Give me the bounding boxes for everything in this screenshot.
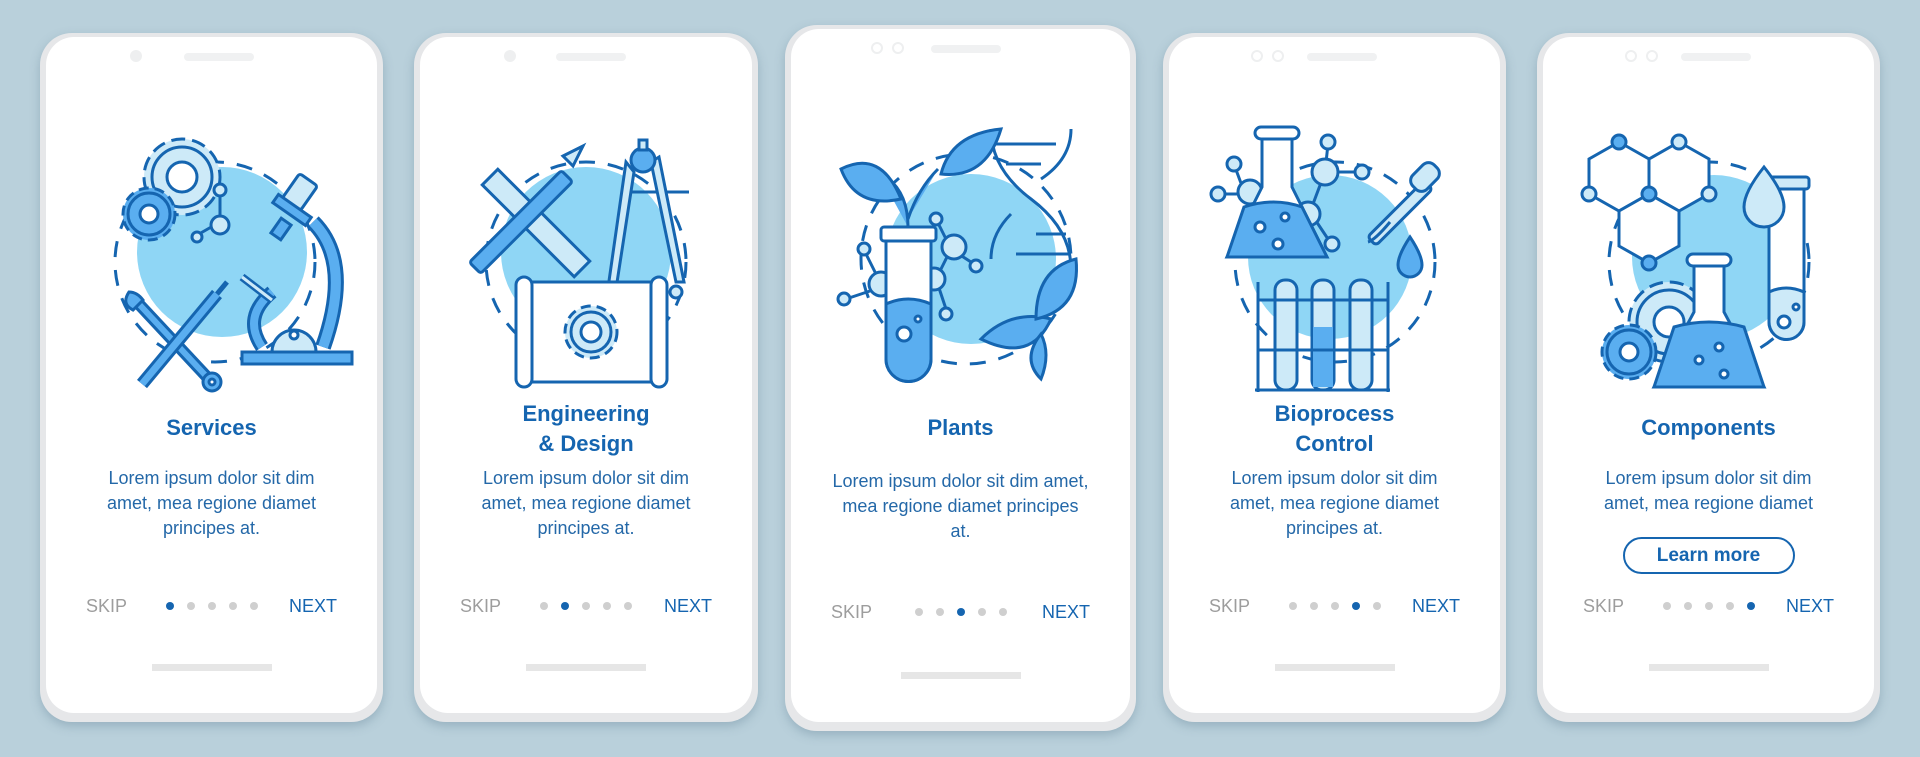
phone-screen-engineering-design: Engineering & Design Lorem ipsum dolor s…	[414, 33, 758, 722]
page-indicator	[1288, 602, 1381, 610]
page-dot-2[interactable]	[1309, 602, 1318, 610]
page-dot-4[interactable]	[228, 602, 237, 610]
screen: Components Lorem ipsum dolor sit dim ame…	[1543, 37, 1874, 713]
screen-title: Components	[1641, 415, 1776, 440]
screen: Engineering & Design Lorem ipsum dolor s…	[420, 37, 752, 713]
bioprocess-control-illustration	[1200, 122, 1470, 392]
plants-illustration	[826, 119, 1096, 389]
screen-description: Lorem ipsum dolor sit dim amet, mea regi…	[481, 468, 691, 538]
speaker-bar	[556, 53, 626, 61]
screen-description: Lorem ipsum dolor sit dim amet, mea regi…	[832, 471, 1089, 541]
speaker-bar	[1681, 53, 1751, 61]
onboarding-nav: SKIP NEXT	[420, 594, 752, 618]
page-dot-2[interactable]	[561, 602, 569, 610]
page-indicator	[1662, 602, 1755, 610]
page-dot-5[interactable]	[624, 602, 632, 610]
onboarding-nav: SKIP NEXT	[1543, 594, 1874, 618]
page-dot-1[interactable]	[1288, 602, 1297, 610]
speaker-bar	[184, 53, 254, 61]
front-camera	[871, 42, 883, 54]
page-indicator	[165, 602, 258, 610]
phone-screen-components: Components Lorem ipsum dolor sit dim ame…	[1537, 33, 1880, 722]
plants-icon	[836, 127, 1078, 383]
next-button[interactable]: NEXT	[1412, 594, 1460, 618]
page-dot-3[interactable]	[582, 602, 590, 610]
page-dot-2[interactable]	[1683, 602, 1692, 610]
home-indicator[interactable]	[1274, 664, 1395, 671]
page-dot-2[interactable]	[186, 602, 195, 610]
page-dot-3[interactable]	[1704, 602, 1713, 610]
engineering-design-icon	[469, 138, 689, 389]
skip-button[interactable]: SKIP	[460, 594, 501, 618]
page-dot-5[interactable]	[249, 602, 258, 610]
sensor	[1272, 50, 1284, 62]
page-indicator	[914, 608, 1007, 616]
page-dot-4[interactable]	[1725, 602, 1734, 610]
page-dot-1[interactable]	[914, 608, 923, 616]
next-button[interactable]: NEXT	[664, 594, 712, 618]
next-button[interactable]: NEXT	[289, 594, 337, 618]
page-dot-3[interactable]	[956, 608, 965, 616]
screen-title: Plants	[927, 415, 994, 440]
front-camera	[130, 50, 142, 62]
page-dot-5[interactable]	[1746, 602, 1755, 610]
page-dot-3[interactable]	[1330, 602, 1339, 610]
screen-description: Lorem ipsum dolor sit dim amet, mea regi…	[1229, 468, 1440, 538]
learn-more-button[interactable]: Learn more	[1622, 537, 1795, 574]
onboarding-nav: SKIP NEXT	[1169, 594, 1500, 618]
screen-description: Lorem ipsum dolor sit dim amet, mea regi…	[1603, 468, 1814, 513]
sensor	[1646, 50, 1658, 62]
onboarding-nav: SKIP NEXT	[791, 600, 1130, 624]
blueprint-icon	[514, 275, 669, 389]
services-illustration	[77, 122, 353, 393]
page-dot-3[interactable]	[207, 602, 216, 610]
engineering-design-illustration	[451, 122, 721, 392]
bioprocess-control-icon	[1209, 125, 1441, 392]
front-camera	[504, 50, 516, 62]
page-dot-2[interactable]	[935, 608, 944, 616]
screen-description: Lorem ipsum dolor sit dim amet, mea regi…	[106, 468, 317, 538]
speaker-bar	[1307, 53, 1377, 61]
screen-title: Engineering & Design	[522, 401, 650, 456]
home-indicator[interactable]	[151, 664, 272, 671]
page-dot-4[interactable]	[977, 608, 986, 616]
page-dot-5[interactable]	[998, 608, 1007, 616]
components-icon	[1580, 133, 1810, 389]
small-gear-icon	[121, 186, 176, 242]
sensor	[892, 42, 904, 54]
page-dot-5[interactable]	[1372, 602, 1381, 610]
skip-button[interactable]: SKIP	[1583, 594, 1624, 618]
screen-title: Services	[166, 415, 257, 440]
onboarding-nav: SKIP NEXT	[46, 594, 377, 618]
phone-screen-services: Services Lorem ipsum dolor sit dim amet,…	[40, 33, 383, 722]
page-indicator	[540, 602, 632, 610]
front-camera	[1625, 50, 1637, 62]
skip-button[interactable]: SKIP	[831, 600, 872, 624]
page-dot-1[interactable]	[165, 602, 174, 610]
skip-button[interactable]: SKIP	[1209, 594, 1250, 618]
phone-screen-plants: Plants Lorem ipsum dolor sit dim amet, m…	[785, 25, 1136, 731]
home-indicator[interactable]	[1648, 664, 1769, 671]
speaker-bar	[931, 45, 1001, 53]
page-dot-4[interactable]	[1351, 602, 1360, 610]
services-icon	[113, 137, 353, 393]
components-illustration	[1574, 122, 1844, 392]
test-tube-rack-icon	[1254, 278, 1390, 392]
screen: Bioprocess Control Lorem ipsum dolor sit…	[1169, 37, 1500, 713]
page-dot-1[interactable]	[1662, 602, 1671, 610]
screen: Plants Lorem ipsum dolor sit dim amet, m…	[791, 29, 1130, 722]
phone-screen-bioprocess-control: Bioprocess Control Lorem ipsum dolor sit…	[1163, 33, 1506, 722]
screen: Services Lorem ipsum dolor sit dim amet,…	[46, 37, 377, 713]
home-indicator[interactable]	[900, 672, 1021, 679]
front-camera	[1251, 50, 1263, 62]
page-dot-1[interactable]	[540, 602, 548, 610]
next-button[interactable]: NEXT	[1786, 594, 1834, 618]
next-button[interactable]: NEXT	[1042, 600, 1090, 624]
home-indicator[interactable]	[526, 664, 646, 671]
skip-button[interactable]: SKIP	[86, 594, 127, 618]
test-tube-icon	[879, 225, 937, 383]
page-dot-4[interactable]	[603, 602, 611, 610]
screen-title: Bioprocess Control	[1274, 401, 1395, 456]
